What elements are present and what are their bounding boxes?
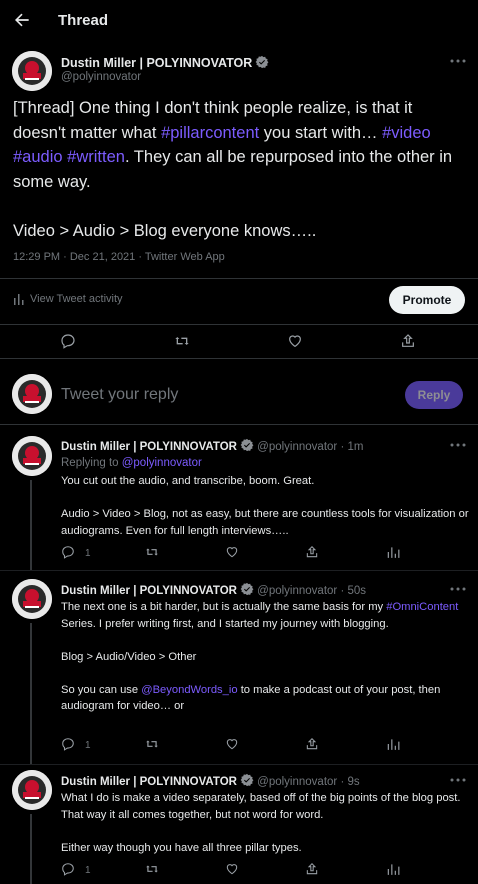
verified-badge-icon <box>240 582 254 596</box>
top-bar: Thread <box>0 0 478 42</box>
hashtag-link[interactable]: #OmniContent <box>386 601 458 613</box>
reply-author-name-text[interactable]: Dustin Miller | POLYINNOVATOR <box>61 585 237 597</box>
text-segment: You cut out the audio, and transcribe, b… <box>61 475 469 537</box>
thread-line <box>30 623 32 765</box>
share-icon[interactable] <box>305 737 319 751</box>
avatar[interactable] <box>12 51 52 91</box>
promote-button[interactable]: Promote <box>389 286 465 314</box>
tweet-meta[interactable]: 12:29 PM · Dec 21, 2021 · Twitter Web Ap… <box>13 251 225 263</box>
reply-author-name[interactable]: Dustin Miller | POLYINNOVATOR @polyinnov… <box>61 773 360 788</box>
reply-count: 1 <box>85 865 91 876</box>
share-icon[interactable] <box>400 333 416 349</box>
arrow-left-icon[interactable] <box>12 10 32 30</box>
verified-badge-icon <box>240 438 254 452</box>
reply-text: You cut out the audio, and transcribe, b… <box>61 473 469 539</box>
reply-handle-time[interactable]: @polyinnovator · 9s <box>254 776 359 788</box>
activity-label: View Tweet activity <box>30 293 123 305</box>
reply-input[interactable]: Tweet your reply <box>61 386 178 404</box>
author-name[interactable]: Dustin Miller | POLYINNOVATOR <box>61 55 269 70</box>
author-handle[interactable]: @polyinnovator <box>61 71 141 83</box>
reply-icon[interactable] <box>61 862 75 876</box>
replying-to-mention[interactable]: @polyinnovator <box>122 457 202 469</box>
divider <box>0 278 478 279</box>
analytics-icon[interactable] <box>386 862 400 876</box>
hashtag-link[interactable]: #audio <box>13 148 63 166</box>
share-icon[interactable] <box>305 862 319 876</box>
hashtag-link[interactable]: #pillarcontent <box>161 124 259 142</box>
reply-count: 1 <box>85 548 91 559</box>
divider <box>0 570 478 571</box>
reply-count: 1 <box>85 740 91 751</box>
analytics-icon <box>14 294 24 305</box>
hashtag-link[interactable]: #written <box>67 148 125 166</box>
retweet-icon[interactable] <box>174 333 190 349</box>
replying-to: Replying to @polyinnovator <box>61 457 202 469</box>
share-icon[interactable] <box>305 545 319 559</box>
reply-author-name[interactable]: Dustin Miller | POLYINNOVATOR @polyinnov… <box>61 438 363 453</box>
replying-to-prefix: Replying to <box>61 457 122 469</box>
heart-icon[interactable] <box>225 545 239 559</box>
divider <box>0 764 478 765</box>
retweet-icon[interactable] <box>145 862 159 876</box>
reply-text: What I do is make a video separately, ba… <box>61 790 469 856</box>
analytics-icon[interactable] <box>386 545 400 559</box>
analytics-icon[interactable] <box>386 737 400 751</box>
reply-text: The next one is a bit harder, but is act… <box>61 599 469 715</box>
verified-badge-icon <box>240 773 254 787</box>
avatar[interactable] <box>12 579 52 619</box>
more-icon[interactable] <box>450 778 466 782</box>
reply-icon[interactable] <box>61 545 75 559</box>
more-icon[interactable] <box>450 587 466 591</box>
reply-author-name-text[interactable]: Dustin Miller | POLYINNOVATOR <box>61 776 237 788</box>
tweet-text: [Thread] One thing I don't think people … <box>13 96 468 243</box>
author-name-text[interactable]: Dustin Miller | POLYINNOVATOR <box>61 56 252 70</box>
more-icon[interactable] <box>450 59 466 63</box>
page-title: Thread <box>58 12 109 29</box>
text-segment: you start with… <box>259 123 383 142</box>
thread-line <box>30 814 32 884</box>
reply-handle-time[interactable]: @polyinnovator · 50s <box>254 585 366 597</box>
reply-author-name[interactable]: Dustin Miller | POLYINNOVATOR @polyinnov… <box>61 582 366 597</box>
more-icon[interactable] <box>450 443 466 447</box>
divider <box>0 324 478 325</box>
reply-icon[interactable] <box>61 737 75 751</box>
heart-icon[interactable] <box>287 333 303 349</box>
heart-icon[interactable] <box>225 737 239 751</box>
avatar[interactable] <box>12 374 52 414</box>
text-segment: The next one is a bit harder, but is act… <box>61 601 387 613</box>
heart-icon[interactable] <box>225 862 239 876</box>
divider <box>0 424 478 425</box>
divider <box>0 358 478 359</box>
reply-handle-time[interactable]: @polyinnovator · 1m <box>254 441 363 453</box>
text-segment: What I do is make a video separately, ba… <box>61 792 461 854</box>
text-segment <box>431 124 436 142</box>
retweet-icon[interactable] <box>145 737 159 751</box>
thread-line <box>30 480 32 570</box>
hashtag-link[interactable]: @BeyondWords_io <box>141 684 237 696</box>
view-activity-link[interactable]: View Tweet activity <box>13 293 123 305</box>
retweet-icon[interactable] <box>145 545 159 559</box>
reply-icon[interactable] <box>60 333 76 349</box>
hashtag-link[interactable]: #video <box>382 124 431 142</box>
verified-badge-icon <box>255 55 269 69</box>
avatar[interactable] <box>12 436 52 476</box>
reply-author-name-text[interactable]: Dustin Miller | POLYINNOVATOR <box>61 441 237 453</box>
text-segment: Series. I prefer writing first, and I st… <box>61 617 389 696</box>
avatar[interactable] <box>12 770 52 810</box>
reply-button[interactable]: Reply <box>405 381 463 409</box>
